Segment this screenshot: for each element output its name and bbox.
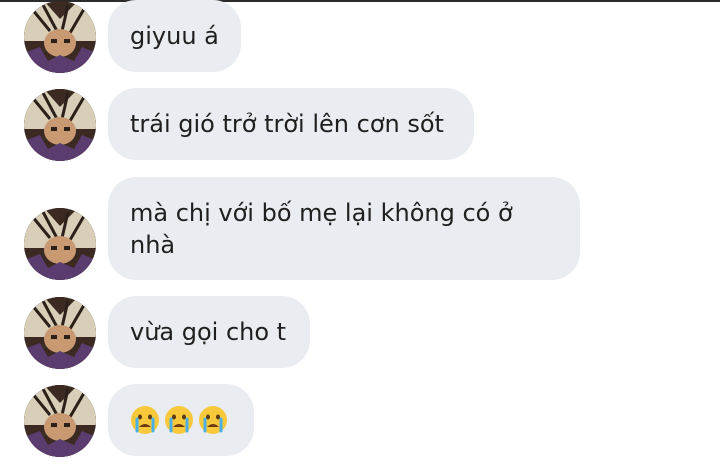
avatar-image xyxy=(24,208,96,280)
crying-face-emoji xyxy=(165,406,193,434)
avatar-image xyxy=(24,89,96,161)
avatar[interactable] xyxy=(24,208,96,280)
avatar[interactable] xyxy=(24,297,96,369)
message-text: vừa gọi cho t xyxy=(130,318,287,346)
crying-face-emoji xyxy=(199,406,227,434)
top-divider xyxy=(0,0,720,2)
avatar[interactable] xyxy=(24,89,96,161)
message-text: trái gió trở trời lên cơn sốt xyxy=(130,110,444,138)
message-bubble[interactable]: mà chị với bố mẹ lại không có ở nhà xyxy=(108,177,580,280)
message-text: giyuu á xyxy=(130,22,219,50)
emoji-row xyxy=(130,404,232,436)
avatar[interactable] xyxy=(24,385,96,457)
avatar-image xyxy=(24,385,96,457)
avatar-image xyxy=(24,1,96,73)
avatar[interactable] xyxy=(24,1,96,73)
message-bubble[interactable]: vừa gọi cho t xyxy=(108,296,310,368)
avatar-image xyxy=(24,297,96,369)
message-bubble[interactable] xyxy=(108,384,254,456)
message-bubble[interactable]: giyuu á xyxy=(108,0,241,72)
message-text: mà chị với bố mẹ lại không có ở nhà xyxy=(130,199,513,259)
crying-face-emoji xyxy=(131,406,159,434)
message-bubble[interactable]: trái gió trở trời lên cơn sốt xyxy=(108,88,474,160)
